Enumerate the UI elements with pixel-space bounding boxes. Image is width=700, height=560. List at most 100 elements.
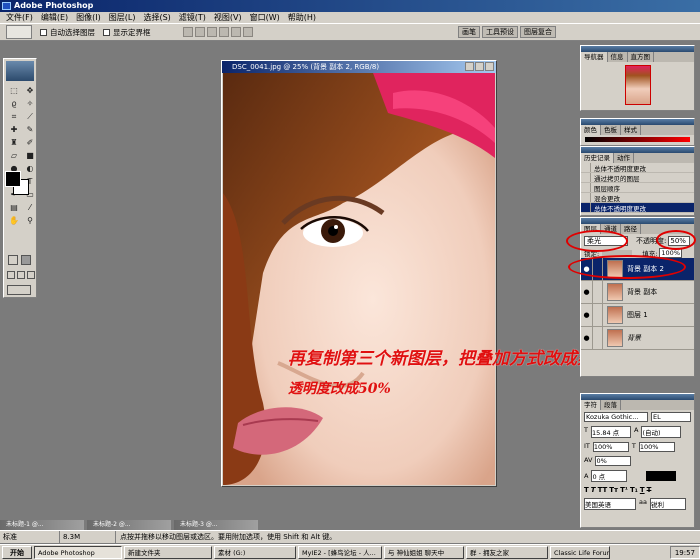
task-new-folder[interactable]: 新建文件夹 (124, 546, 212, 559)
task-myie[interactable]: MyIE2 - [蜂鸟论坛 - 人... (298, 546, 382, 559)
show-bounds-checkbox[interactable]: 显示定界框 (103, 27, 151, 38)
palette-well-presets[interactable]: 工具预设 (482, 26, 518, 38)
healing-icon[interactable]: ✚ (7, 124, 21, 135)
history-item[interactable]: 图层顺序 (581, 183, 694, 193)
tab-histogram[interactable]: 直方图 (628, 52, 654, 62)
dodge-icon[interactable]: ◐ (23, 163, 37, 174)
palette-well-comps[interactable]: 图层复合 (520, 26, 556, 38)
menu-layer[interactable]: 图层(L) (105, 12, 140, 23)
menu-window[interactable]: 窗口(W) (246, 12, 284, 23)
menu-image[interactable]: 图像(I) (72, 12, 105, 23)
vertical-scale-input[interactable]: 100% (592, 442, 629, 452)
layer-row[interactable]: ● 图层 1 (581, 303, 694, 327)
align-vcenter-icon[interactable] (194, 27, 205, 37)
small-caps-icon[interactable]: Tт (609, 486, 618, 494)
eraser-icon[interactable]: ▱ (7, 150, 21, 161)
eye-icon[interactable]: ● (581, 303, 593, 327)
tab-actions[interactable]: 动作 (614, 153, 634, 163)
stamp-icon[interactable]: ♜ (7, 137, 21, 148)
baseline-input[interactable]: 0 点 (591, 470, 628, 482)
eye-icon[interactable]: ● (581, 280, 593, 304)
auto-select-checkbox[interactable]: 自动选择图层 (40, 27, 95, 38)
menu-select[interactable]: 选择(S) (139, 12, 174, 23)
standard-mode-icon[interactable] (8, 255, 18, 265)
language-select[interactable]: 美国英语 (584, 498, 636, 510)
tab-styles[interactable]: 样式 (621, 125, 641, 135)
screen-mode-3-icon[interactable] (27, 271, 35, 279)
layer-row[interactable]: ● 背景 副本 (581, 280, 694, 304)
eye-icon[interactable]: ● (581, 326, 593, 350)
foreground-color-swatch[interactable] (5, 171, 21, 187)
superscript-icon[interactable]: T¹ (620, 486, 628, 494)
leading-input[interactable]: (自动) (641, 426, 682, 438)
palette-well-brushes[interactable]: 画笔 (458, 26, 480, 38)
notes-icon[interactable]: ▤ (7, 202, 21, 213)
horizontal-scale-input[interactable]: 100% (638, 442, 675, 452)
align-bottom-icon[interactable] (206, 27, 217, 37)
faux-bold-icon[interactable]: T (584, 486, 589, 494)
task-group[interactable]: 群 - 拥友之家 (466, 546, 548, 559)
navigator-thumbnail[interactable] (624, 65, 651, 105)
tab-color[interactable]: 颜色 (581, 125, 601, 135)
history-brush-icon[interactable]: ✐ (23, 137, 37, 148)
task-chat[interactable]: 与 神仙姐姐 聊天中 (384, 546, 464, 559)
close-icon[interactable] (485, 62, 494, 71)
task-forum[interactable]: Classic Life Forum - [人... (550, 546, 610, 559)
antialias-select[interactable]: 锐利 (649, 498, 686, 510)
underline-icon[interactable]: T (640, 486, 645, 494)
align-top-icon[interactable] (182, 27, 193, 37)
color-slider[interactable] (585, 137, 690, 142)
tab-info[interactable]: 信息 (608, 52, 628, 62)
marquee-icon[interactable]: ⬚ (7, 85, 21, 96)
lasso-icon[interactable]: ϱ (7, 98, 21, 109)
layer-row[interactable]: ● 背景 (581, 326, 694, 350)
history-item[interactable]: 通过拷贝的图层 (581, 173, 694, 183)
menu-view[interactable]: 视图(V) (210, 12, 246, 23)
screen-mode-1-icon[interactable] (7, 271, 15, 279)
tab-swatches[interactable]: 色板 (601, 125, 621, 135)
task-material-drive[interactable]: 素材 (G:) (214, 546, 296, 559)
history-item-current[interactable]: 总体不透明度更改 (581, 203, 694, 213)
strikethrough-icon[interactable]: T (647, 486, 652, 494)
menu-filter[interactable]: 滤镜(T) (175, 12, 210, 23)
font-size-input[interactable]: 15.84 点 (590, 426, 631, 438)
hand-icon[interactable]: ✋ (7, 215, 21, 226)
minimized-doc[interactable]: 未标题-1 @... (0, 520, 84, 530)
brush-icon[interactable]: ✎ (23, 124, 37, 135)
align-right-icon[interactable] (242, 27, 253, 37)
start-button[interactable]: 开始 (2, 546, 32, 559)
all-caps-icon[interactable]: TT (598, 486, 608, 494)
eyedropper-icon[interactable]: ⁄ (23, 202, 37, 213)
crop-icon[interactable]: ⌗ (7, 111, 21, 122)
subscript-icon[interactable]: T₁ (630, 486, 638, 494)
menu-edit[interactable]: 编辑(E) (37, 12, 72, 23)
tool-preset-picker[interactable] (6, 25, 32, 39)
history-item[interactable]: 总体不透明度更改 (581, 163, 694, 173)
task-photoshop[interactable]: Adobe Photoshop (34, 546, 122, 559)
magic-wand-icon[interactable]: ✧ (23, 98, 37, 109)
align-left-icon[interactable] (218, 27, 229, 37)
tab-navigator[interactable]: 导航器 (581, 52, 608, 62)
zoom-icon[interactable]: ⚲ (23, 215, 37, 226)
photo-canvas[interactable] (223, 73, 495, 485)
text-color-swatch[interactable] (646, 471, 677, 481)
tab-paths[interactable]: 路径 (621, 224, 641, 234)
minimized-doc[interactable]: 未标题-2 @... (87, 520, 171, 530)
quickmask-mode-icon[interactable] (21, 255, 31, 265)
jump-to-imageready-icon[interactable] (7, 285, 31, 295)
maximize-icon[interactable] (475, 62, 484, 71)
minimize-icon[interactable] (465, 62, 474, 71)
gradient-icon[interactable]: ■ (23, 150, 37, 161)
align-hcenter-icon[interactable] (230, 27, 241, 37)
tab-history[interactable]: 历史记录 (581, 153, 614, 163)
tab-character[interactable]: 字符 (581, 400, 601, 410)
slice-icon[interactable]: ⟋ (23, 111, 37, 122)
screen-mode-2-icon[interactable] (17, 271, 25, 279)
history-item[interactable]: 混合更改 (581, 193, 694, 203)
minimized-doc[interactable]: 未标题-3 @... (174, 520, 258, 530)
tab-paragraph[interactable]: 段落 (601, 400, 621, 410)
tracking-input[interactable]: 0% (595, 456, 632, 466)
menu-help[interactable]: 帮助(H) (284, 12, 320, 23)
font-family-select[interactable]: Kozuka Gothic... (584, 412, 648, 422)
menu-file[interactable]: 文件(F) (2, 12, 37, 23)
